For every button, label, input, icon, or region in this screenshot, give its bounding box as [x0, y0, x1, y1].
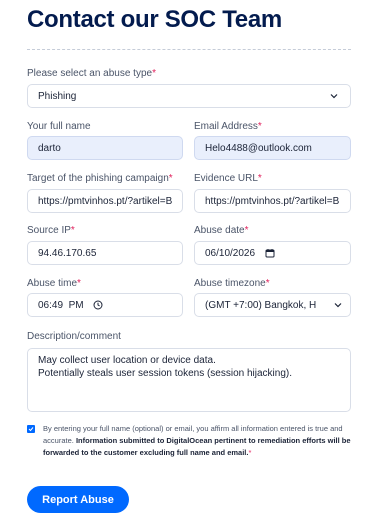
required-mark: * [168, 173, 173, 184]
chevron-down-icon [334, 303, 342, 308]
abuse-type-select[interactable]: Phishing [27, 84, 351, 108]
abuse-time-label: Abuse time* [27, 278, 81, 289]
required-mark: * [70, 225, 75, 236]
evidence-url-input[interactable]: https://pmtvinhos.pt/?artikel=B [194, 189, 351, 213]
abuse-timezone-label-text: Abuse timezone [194, 278, 266, 289]
chevron-down-icon [330, 94, 338, 99]
source-ip-label-text: Source IP [27, 225, 71, 236]
required-mark: * [257, 173, 262, 184]
abuse-time-value: 06:49 PM [38, 299, 84, 311]
required-mark: * [248, 448, 252, 457]
evidence-label-text: Evidence URL [194, 173, 258, 184]
abuse-type-value: Phishing [38, 90, 77, 102]
evidence-label: Evidence URL* [194, 173, 262, 184]
consent-checkbox[interactable] [27, 425, 35, 433]
target-value: https://pmtvinhos.pt/?artikel=B [38, 195, 172, 207]
required-mark: * [257, 121, 262, 132]
abuse-type-label: Please select an abuse type* [27, 68, 156, 79]
clock-icon[interactable] [93, 300, 103, 310]
abuse-timezone-label: Abuse timezone* [194, 278, 270, 289]
description-label: Description/comment [27, 331, 121, 342]
target-input[interactable]: https://pmtvinhos.pt/?artikel=B [27, 189, 183, 213]
abuse-time-label-text: Abuse time [27, 278, 78, 289]
full-name-value: darto [38, 142, 61, 154]
abuse-timezone-select[interactable]: (GMT +7:00) Bangkok, H [194, 293, 351, 317]
source-ip-input[interactable]: 94.46.170.65 [27, 241, 183, 265]
target-label: Target of the phishing campaign* [27, 173, 173, 184]
required-mark: * [265, 278, 270, 289]
consent-row: By entering your full name (optional) or… [27, 423, 351, 459]
source-ip-value: 94.46.170.65 [38, 247, 97, 259]
consent-text-bold: Information submitted to DigitalOcean pe… [43, 436, 351, 457]
abuse-type-label-text: Please select an abuse type [27, 68, 153, 79]
email-value: Helo4488@outlook.com [205, 142, 312, 154]
required-mark: * [77, 278, 81, 289]
description-line: Potentially steals user session tokens (… [38, 368, 293, 379]
consent-text: By entering your full name (optional) or… [43, 423, 351, 459]
required-mark: * [152, 68, 156, 79]
title-divider [27, 49, 351, 50]
abuse-timezone-value: (GMT +7:00) Bangkok, H [205, 299, 317, 311]
full-name-input[interactable]: darto [27, 136, 183, 160]
abuse-time-input[interactable]: 06:49 PM [27, 293, 183, 317]
source-ip-label: Source IP* [27, 225, 75, 236]
email-input[interactable]: Helo4488@outlook.com [194, 136, 351, 160]
abuse-date-label-text: Abuse date [194, 225, 245, 236]
page-title: Contact our SOC Team [27, 6, 282, 33]
abuse-date-label: Abuse date* [194, 225, 249, 236]
check-icon [28, 427, 34, 432]
calendar-icon[interactable] [265, 248, 275, 258]
evidence-url-value: https://pmtvinhos.pt/?artikel=B [205, 195, 340, 207]
report-abuse-button[interactable]: Report Abuse [27, 486, 129, 513]
abuse-date-value: 06/10/2026 [205, 247, 256, 259]
abuse-date-input[interactable]: 06/10/2026 [194, 241, 351, 265]
target-label-text: Target of the phishing campaign [27, 173, 169, 184]
email-label: Email Address* [194, 121, 262, 132]
description-line: May collect user location or device data… [38, 355, 216, 366]
email-label-text: Email Address [194, 121, 258, 132]
required-mark: * [244, 225, 249, 236]
full-name-label: Your full name [27, 121, 91, 132]
description-textarea[interactable]: May collect user location or device data… [27, 348, 351, 412]
